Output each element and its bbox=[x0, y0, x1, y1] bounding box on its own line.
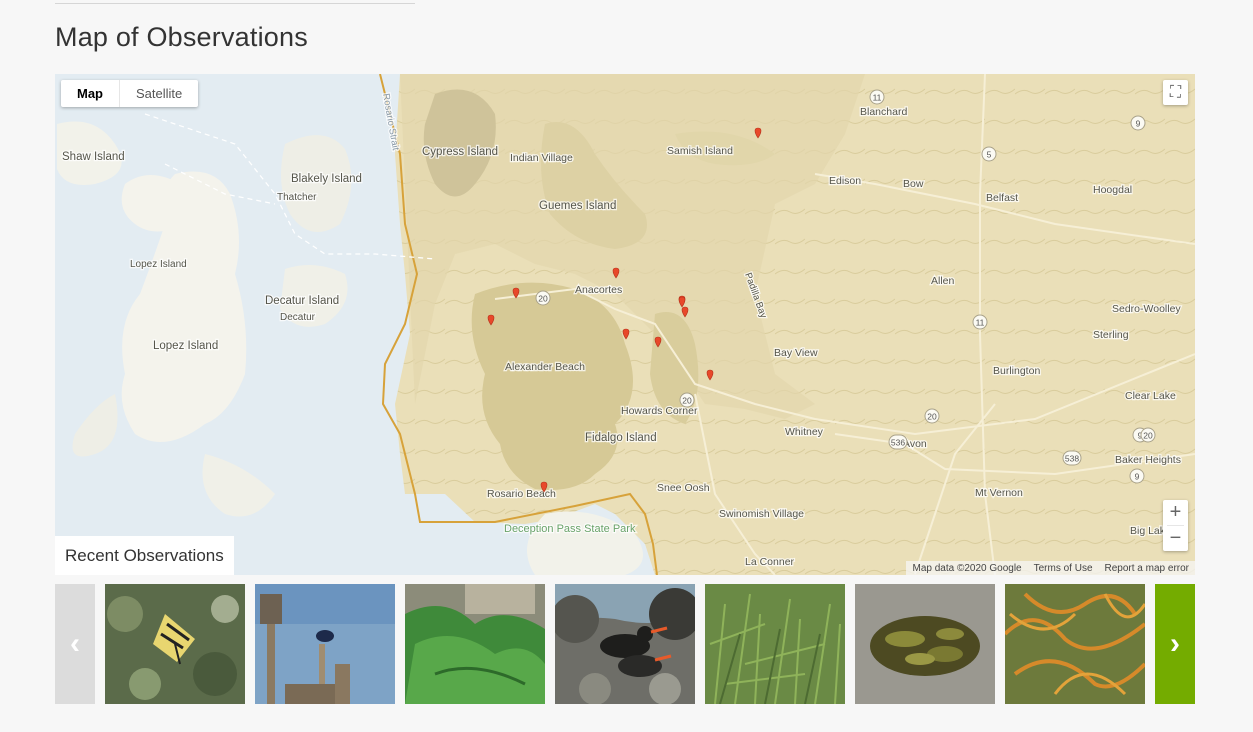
map-label: Burlington bbox=[993, 365, 1040, 377]
zoom-control[interactable]: + − bbox=[1163, 500, 1188, 551]
route-shield: 538 bbox=[1062, 450, 1082, 466]
recent-observations-label: Recent Observations bbox=[55, 536, 234, 575]
map-label: Whitney bbox=[785, 426, 824, 438]
map-tiles[interactable]: Shaw Island Blakely Island Thatcher Lope… bbox=[55, 74, 1195, 575]
svg-text:538: 538 bbox=[1065, 454, 1079, 464]
route-shield: 9 bbox=[1129, 468, 1145, 484]
svg-text:11: 11 bbox=[976, 318, 985, 328]
map-label: Snee Oosh bbox=[657, 482, 710, 494]
svg-text:9: 9 bbox=[1136, 119, 1141, 129]
map-type-map-button[interactable]: Map bbox=[61, 80, 120, 107]
map-label: Indian Village bbox=[510, 152, 573, 164]
swallowtail-butterfly-photo bbox=[105, 584, 245, 704]
map-label: Blanchard bbox=[860, 106, 907, 118]
svg-text:536: 536 bbox=[891, 438, 905, 448]
report-map-error-link[interactable]: Report a map error bbox=[1099, 563, 1195, 574]
map-label: Cypress Island bbox=[422, 146, 498, 158]
map-attribution: Map data ©2020 Google Terms of Use Repor… bbox=[906, 561, 1195, 575]
observation-thumbnail[interactable] bbox=[405, 584, 545, 704]
carousel-prev-button[interactable]: ‹ bbox=[55, 584, 95, 704]
recent-observations-carousel: ‹ › bbox=[55, 584, 1195, 704]
map-label: Lopez Island bbox=[130, 259, 187, 270]
map-label: Edison bbox=[829, 175, 861, 187]
map-label: Blakely Island bbox=[291, 173, 362, 185]
route-shield: 11 bbox=[972, 314, 988, 330]
route-shield: 536 bbox=[888, 434, 908, 450]
terms-of-use-link[interactable]: Terms of Use bbox=[1028, 563, 1099, 574]
observation-thumbnail[interactable] bbox=[855, 584, 995, 704]
map-type-satellite-button[interactable]: Satellite bbox=[120, 80, 198, 107]
map-label: Thatcher bbox=[277, 192, 317, 203]
observation-map[interactable]: Shaw Island Blakely Island Thatcher Lope… bbox=[55, 74, 1195, 575]
observation-thumbnail[interactable] bbox=[1005, 584, 1145, 704]
zoom-in-button[interactable]: + bbox=[1163, 500, 1188, 525]
map-label: Lopez Island bbox=[153, 340, 218, 352]
map-label: Decatur Island bbox=[265, 295, 339, 307]
map-label: Fidalgo Island bbox=[585, 432, 657, 444]
route-shield: 20 bbox=[1140, 427, 1156, 443]
route-shield: 20 bbox=[924, 408, 940, 424]
observation-thumbnail[interactable] bbox=[255, 584, 395, 704]
map-label: Anacortes bbox=[575, 284, 622, 296]
map-label: Hoogdal bbox=[1093, 184, 1132, 196]
map-label: Decatur bbox=[280, 312, 316, 323]
map-label: Baker Heights bbox=[1115, 454, 1181, 466]
page-title: Map of Observations bbox=[55, 22, 308, 52]
carousel-next-button[interactable]: › bbox=[1155, 584, 1195, 704]
map-label: Shaw Island bbox=[62, 151, 125, 163]
map-label: Samish Island bbox=[667, 145, 733, 157]
map-label: Deception Pass State Park bbox=[504, 523, 636, 535]
map-label: Bow bbox=[903, 178, 924, 190]
svg-text:11: 11 bbox=[873, 93, 882, 103]
observation-thumbnail[interactable] bbox=[705, 584, 845, 704]
map-label: Bay View bbox=[774, 347, 818, 359]
map-label: Mt Vernon bbox=[975, 487, 1023, 499]
section-divider bbox=[55, 3, 415, 4]
oystercatchers-photo bbox=[555, 584, 695, 704]
route-shield: 20 bbox=[535, 290, 551, 306]
swallow-on-birdhouse-photo bbox=[255, 584, 395, 704]
grass-photo bbox=[705, 584, 845, 704]
zoom-out-button[interactable]: − bbox=[1163, 526, 1188, 551]
route-shield: 20 bbox=[679, 392, 695, 408]
svg-text:9: 9 bbox=[1135, 472, 1140, 482]
observation-thumbnail[interactable] bbox=[105, 584, 245, 704]
svg-text:20: 20 bbox=[538, 294, 548, 304]
fullscreen-icon[interactable]: ⛶ bbox=[1163, 80, 1188, 105]
map-label: Guemes Island bbox=[539, 200, 616, 212]
rockweed-photo bbox=[855, 584, 995, 704]
observation-thumbnail[interactable] bbox=[555, 584, 695, 704]
map-label: Sedro-Woolley bbox=[1112, 303, 1181, 315]
map-label: Sterling bbox=[1093, 329, 1129, 341]
map-label: La Conner bbox=[745, 556, 795, 568]
map-label: Alexander Beach bbox=[505, 361, 585, 373]
svg-text:20: 20 bbox=[927, 412, 937, 422]
map-label: Allen bbox=[931, 275, 955, 287]
svg-text:20: 20 bbox=[682, 396, 692, 406]
map-type-control[interactable]: Map Satellite bbox=[61, 80, 199, 107]
dodder-photo bbox=[1005, 584, 1145, 704]
map-data-credit: Map data ©2020 Google bbox=[912, 562, 1022, 574]
map-label: Swinomish Village bbox=[719, 508, 804, 520]
sea-lettuce-photo bbox=[405, 584, 545, 704]
svg-text:5: 5 bbox=[987, 150, 992, 160]
map-label: Belfast bbox=[986, 192, 1018, 204]
route-shield: 9 bbox=[1130, 115, 1146, 131]
map-label: Clear Lake bbox=[1125, 390, 1176, 402]
svg-text:20: 20 bbox=[1143, 431, 1153, 441]
route-shield: 5 bbox=[981, 146, 997, 162]
route-shield: 11 bbox=[869, 89, 885, 105]
